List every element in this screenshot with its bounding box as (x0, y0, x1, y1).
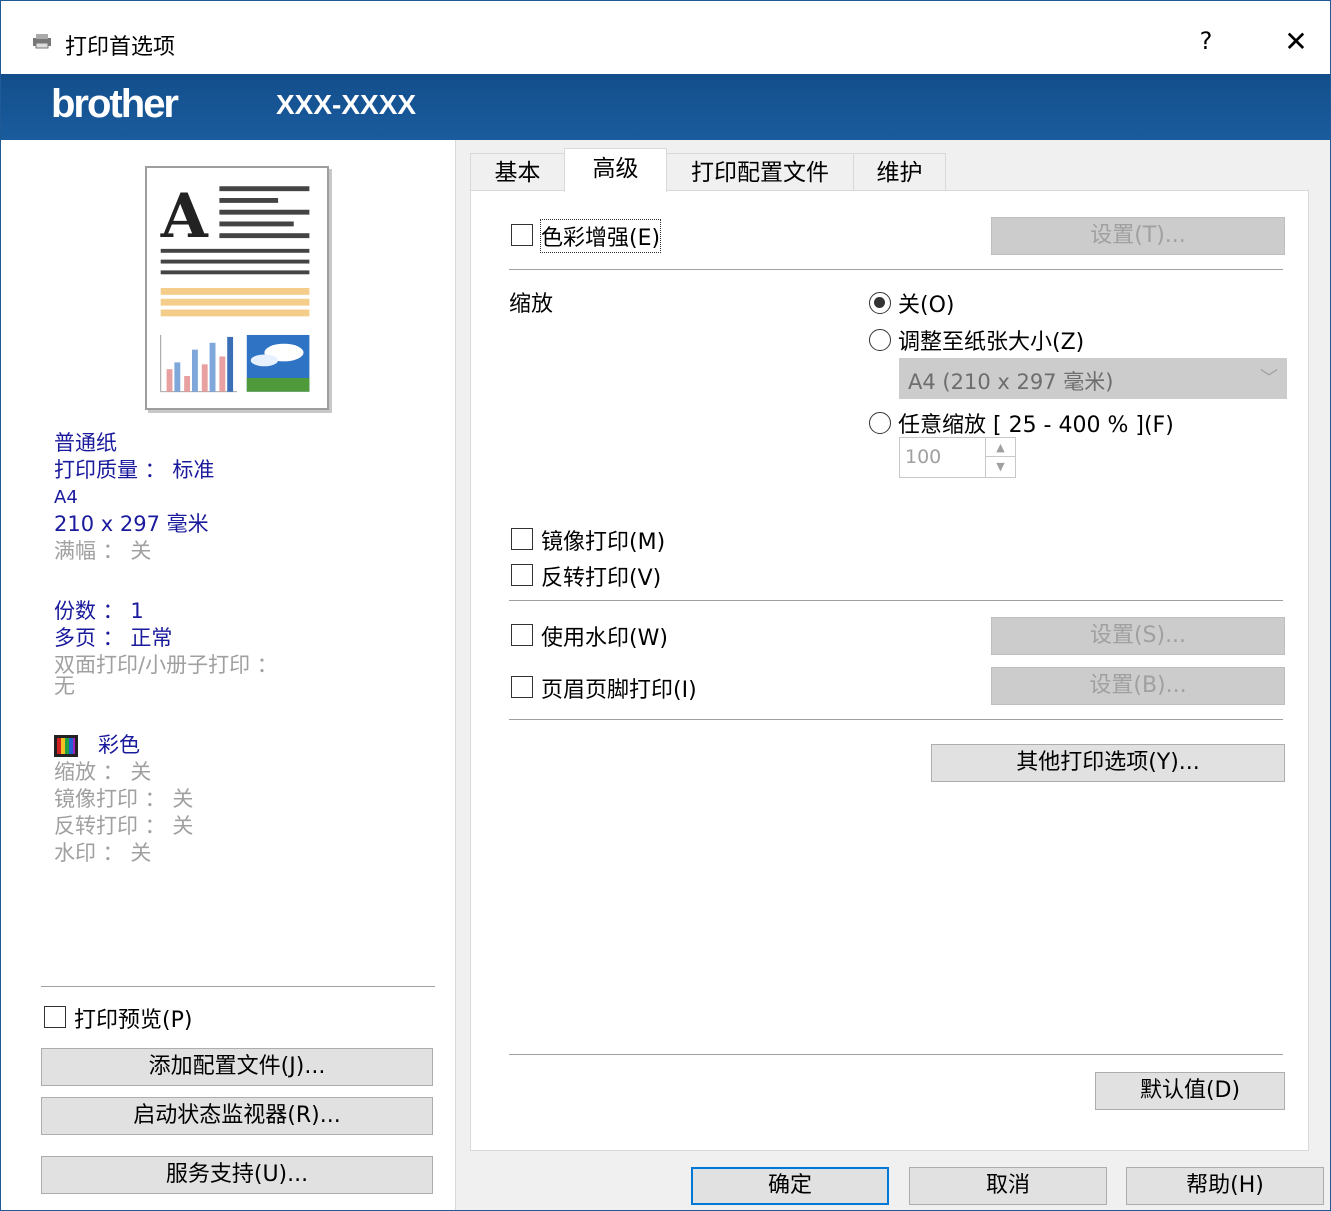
scale-fit-radio[interactable] (869, 329, 891, 351)
print-preview-checkbox[interactable] (44, 1006, 66, 1028)
brother-logo: brother (51, 82, 179, 126)
divider (509, 269, 1283, 270)
status-monitor-button[interactable]: 启动状态监视器(R)... (41, 1097, 433, 1135)
mirror-print-checkbox[interactable] (511, 528, 533, 550)
summary-reverse: 反转打印 ： 关 (54, 814, 194, 838)
summary-color-mode: 彩色 (98, 733, 140, 757)
help-dialog-button[interactable]: 帮助(H) (1126, 1167, 1324, 1205)
summary-borderless: 满幅 ： 关 (54, 539, 152, 563)
header-footer-settings-button[interactable]: 设置(B)... (991, 667, 1285, 705)
color-enhance-settings-button[interactable]: 设置(T)... (991, 217, 1285, 255)
scale-off-label: 关(O) (898, 293, 955, 318)
fit-paper-size-select[interactable]: A4 (210 x 297 毫米) ﹀ (899, 358, 1287, 399)
tab-print-profiles[interactable]: 打印配置文件 (666, 153, 854, 191)
watermark-checkbox[interactable] (511, 624, 533, 646)
header-footer-checkbox[interactable] (511, 676, 533, 698)
summary-mirror: 镜像打印 ： 关 (54, 787, 194, 811)
stepper-down-icon[interactable]: ▼ (986, 457, 1015, 476)
add-profile-button[interactable]: 添加配置文件(J)... (41, 1048, 433, 1086)
scale-percent-stepper[interactable]: 100 ▲ ▼ (899, 437, 1016, 478)
ok-button[interactable]: 确定 (691, 1167, 889, 1205)
color-enhance-label: 色彩增强(E) (539, 219, 662, 253)
print-preferences-window: 打印首选项 ? ✕ brother XXX-XXXX A 普通纸 打印质量 ： … (0, 0, 1331, 1211)
header-footer-label: 页眉页脚打印(I) (541, 678, 697, 703)
scaling-label: 缩放 (509, 292, 554, 317)
window-title: 打印首选项 (65, 35, 176, 60)
reverse-print-label: 反转打印(V) (541, 566, 662, 591)
summary-paper-size: A4 (54, 487, 78, 508)
help-button[interactable]: ? (1191, 27, 1221, 57)
summary-paper-type: 普通纸 (54, 431, 117, 455)
summary-multipage: 多页 ： 正常 (54, 626, 173, 650)
printer-icon (33, 34, 51, 49)
watermark-label: 使用水印(W) (541, 626, 668, 651)
page-preview-image: A (145, 166, 329, 410)
summary-scaling: 缩放 ： 关 (54, 760, 152, 784)
chevron-down-icon: ﹀ (1260, 368, 1278, 389)
scale-percent-value: 100 (905, 446, 942, 468)
close-button[interactable]: ✕ (1279, 25, 1313, 59)
summary-watermark: 水印 ： 关 (54, 841, 152, 865)
scale-fit-label: 调整至纸张大小(Z) (898, 330, 1085, 355)
settings-summary-panel: A 普通纸 打印质量 ： 标准 A4 210 x 297 毫米 满幅 ： 关 份… (1, 140, 456, 1210)
tab-basic[interactable]: 基本 (470, 153, 565, 191)
stepper-up-icon[interactable]: ▲ (986, 438, 1015, 457)
color-enhance-checkbox[interactable] (511, 224, 533, 246)
tab-maintenance[interactable]: 维护 (853, 153, 946, 191)
svg-text:A: A (160, 181, 209, 252)
mirror-print-label: 镜像打印(M) (541, 530, 666, 555)
divider (509, 719, 1283, 720)
summary-print-quality: 打印质量 ： 标准 (54, 458, 215, 482)
scale-off-radio[interactable] (869, 292, 891, 314)
summary-copies: 份数 ： 1 (54, 599, 144, 623)
divider (509, 600, 1283, 601)
scale-free-radio[interactable] (869, 412, 891, 434)
print-preview-label: 打印预览(P) (74, 1008, 193, 1033)
other-print-options-button[interactable]: 其他打印选项(Y)... (931, 744, 1285, 782)
tab-advanced[interactable]: 高级 (564, 148, 667, 192)
model-name: XXX-XXXX (276, 89, 417, 120)
service-support-button[interactable]: 服务支持(U)... (41, 1156, 433, 1194)
cancel-button[interactable]: 取消 (909, 1167, 1107, 1205)
divider (509, 1054, 1283, 1055)
left-divider (41, 986, 435, 987)
defaults-button[interactable]: 默认值(D) (1095, 1072, 1285, 1110)
title-bar: 打印首选项 ? ✕ (1, 1, 1330, 74)
color-mode-icon (54, 734, 78, 757)
reverse-print-checkbox[interactable] (511, 564, 533, 586)
scale-free-label: 任意缩放 [ 25 - 400 % ](F) (898, 413, 1174, 438)
fit-paper-size-value: A4 (210 x 297 毫米) (908, 370, 1114, 394)
brand-banner: brother XXX-XXXX (1, 74, 1330, 140)
summary-duplex: 双面打印/小册子打印 ： (54, 653, 278, 677)
watermark-settings-button[interactable]: 设置(S)... (991, 617, 1285, 655)
summary-paper-dims: 210 x 297 毫米 (54, 512, 209, 536)
